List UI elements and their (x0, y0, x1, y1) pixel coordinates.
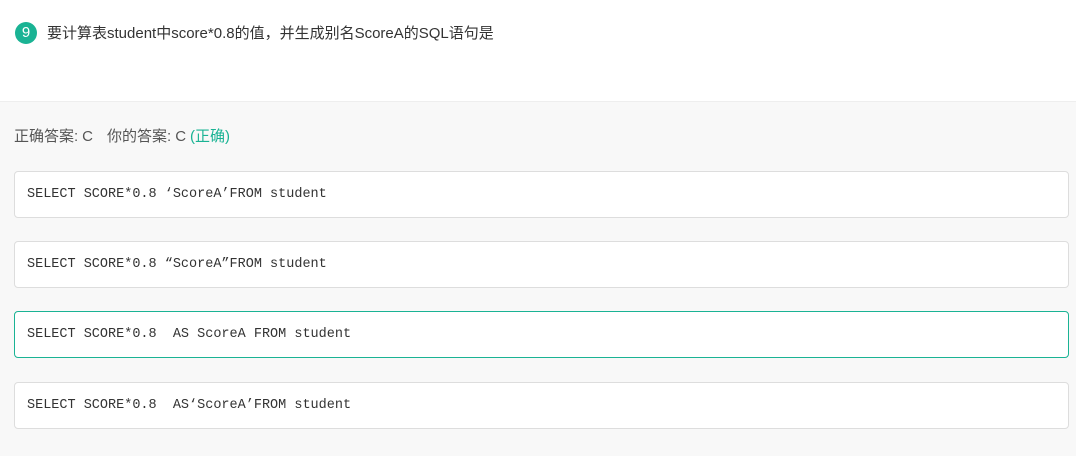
option-text: SELECT SCORE*0.8 AS ScoreA FROM student (27, 327, 352, 342)
option-a[interactable]: SELECT SCORE*0.8 ‘ScoreA’FROM student (14, 171, 1069, 218)
your-answer-value: C (175, 128, 187, 145)
answer-summary: 正确答案: C 你的答案: C (正确) (14, 128, 230, 146)
option-text: SELECT SCORE*0.8 AS‘ScoreA’FROM student (27, 398, 352, 413)
option-c[interactable]: SELECT SCORE*0.8 AS ScoreA FROM student (14, 311, 1069, 358)
option-b[interactable]: SELECT SCORE*0.8 “ScoreA”FROM student (14, 241, 1069, 288)
question-header: 9 要计算表student中score*0.8的值，并生成别名ScoreA的SQ… (0, 0, 1076, 102)
question-number-badge: 9 (15, 22, 37, 44)
correct-answer-value: C (82, 128, 94, 145)
option-text: SELECT SCORE*0.8 “ScoreA”FROM student (27, 257, 327, 272)
option-text: SELECT SCORE*0.8 ‘ScoreA’FROM student (27, 187, 327, 202)
result-status: (正确) (190, 128, 231, 145)
option-d[interactable]: SELECT SCORE*0.8 AS‘ScoreA’FROM student (14, 382, 1069, 429)
your-answer-label: 你的答案: (107, 128, 172, 145)
question-text: 要计算表student中score*0.8的值，并生成别名ScoreA的SQL语… (47, 25, 494, 42)
answer-panel: 正确答案: C 你的答案: C (正确) SELECT SCORE*0.8 ‘Score… (0, 102, 1076, 456)
correct-answer-label: 正确答案: (14, 128, 79, 145)
